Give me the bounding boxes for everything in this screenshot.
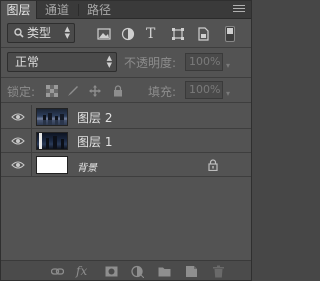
layer-name[interactable]: 图层 1 [77,133,112,150]
fill-label: 填充: [148,85,177,99]
tab-channels[interactable]: 通道 [39,1,75,19]
shape-filter-icon[interactable] [171,27,185,41]
eye-icon[interactable] [11,111,25,121]
lock-label: 锁定: [7,85,36,99]
blend-mode-value: 正常 [15,55,40,69]
fx-icon[interactable]: fx [76,265,89,278]
text-filter-icon[interactable]: T [146,27,160,41]
new-layer-icon[interactable] [185,265,198,278]
opacity-value: 100% [189,55,221,68]
link-icon[interactable] [50,265,65,278]
filter-kind-label: 类型 [27,26,52,40]
mask-icon[interactable] [105,265,118,278]
divider [1,102,251,103]
tab-layers[interactable]: 图层 [1,1,37,19]
eye-icon[interactable] [11,135,25,145]
panel-tabbar: 图层 通道 路径 [1,1,251,19]
adjustment-filter-icon[interactable] [121,27,135,41]
lock-image-icon[interactable] [67,85,79,97]
fill-value: 100% [189,83,221,96]
trash-icon[interactable] [212,265,225,278]
layer-row[interactable]: 图层 1 [1,129,251,153]
layers-panel: 图层 通道 路径 类型 ▲ ▼ T 正常 ▲ ▼ 不透明度: 100% ▾ 锁定: [0,0,252,281]
eye-icon[interactable] [11,159,25,169]
panel-menu-icon[interactable] [233,5,245,15]
layer-row[interactable]: 图层 2 [1,105,251,129]
opacity-input[interactable]: 100% ▾ [185,53,230,71]
divider [31,129,32,153]
layer-thumbnail[interactable] [36,156,68,174]
layer-thumbnail[interactable] [36,132,68,150]
layer-name[interactable]: 背景 [77,159,97,174]
lock-icon [208,159,218,172]
image-filter-icon[interactable] [97,27,111,41]
fill-input[interactable]: 100% ▾ [185,81,230,99]
chevron-down-icon[interactable]: ▾ [226,58,230,74]
adjustment-icon[interactable] [131,265,145,279]
divider [1,47,251,48]
tab-separator [78,4,79,16]
layer-thumbnail[interactable] [36,108,68,126]
divider [31,153,32,177]
divider [1,77,251,78]
select-arrows-icon: ▲ ▼ [64,25,70,40]
search-icon [13,24,24,47]
layers-bottom-bar: fx [1,260,251,280]
lock-position-icon[interactable] [89,85,101,97]
blend-mode-select[interactable]: 正常 ▲ ▼ [7,52,117,72]
lock-all-icon[interactable] [112,85,124,97]
lock-transparent-icon[interactable] [46,85,58,97]
layer-row[interactable]: 背景 [1,153,251,177]
layer-filter-select[interactable]: 类型 ▲ ▼ [7,23,75,43]
group-folder-icon[interactable] [158,265,171,278]
smart-object-filter-icon[interactable] [196,27,210,41]
filter-toggle[interactable] [225,26,235,42]
opacity-label: 不透明度: [124,56,177,70]
chevron-down-icon[interactable]: ▾ [226,86,230,102]
tab-paths[interactable]: 路径 [81,1,117,19]
layer-name[interactable]: 图层 2 [77,109,112,126]
divider [31,105,32,129]
select-arrows-icon: ▲ ▼ [106,54,112,69]
